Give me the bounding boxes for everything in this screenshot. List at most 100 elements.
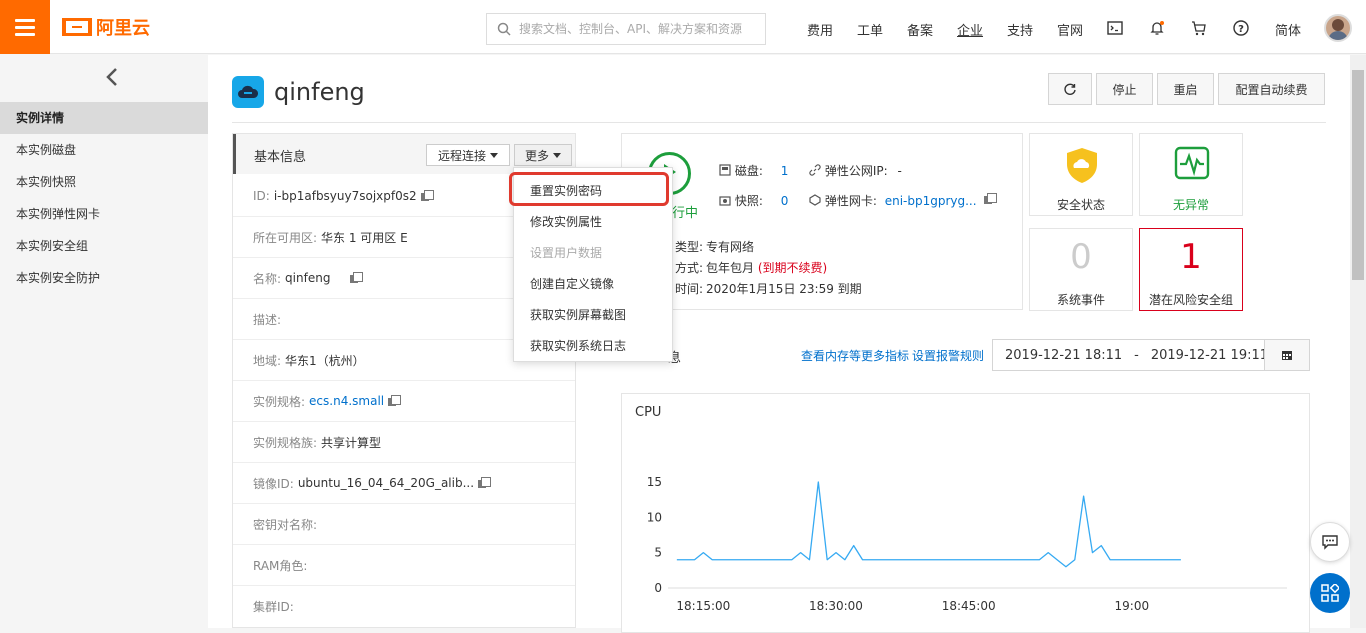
info-value: 华东 1 可用区 E — [321, 230, 408, 245]
x-tick-label: 19:00 — [1115, 599, 1150, 613]
billing-method: 包年包月 — [706, 261, 755, 275]
nav-tickets[interactable]: 工单 — [857, 20, 883, 39]
more-metrics-link[interactable]: 查看内存等更多指标 — [801, 347, 909, 364]
restart-button[interactable]: 重启 — [1157, 73, 1214, 105]
search-box[interactable] — [486, 13, 766, 45]
apps-button[interactable] — [1310, 573, 1350, 613]
date-range-picker[interactable]: 2019-12-21 18:11 - 2019-12-21 19:11 — [992, 339, 1310, 371]
snapshot-count-link[interactable]: 0 — [781, 194, 789, 208]
divider — [232, 122, 1326, 123]
eni-icon — [809, 194, 821, 206]
x-tick-label: 18:45:00 — [942, 599, 996, 613]
remote-connect-button[interactable]: 远程连接 — [426, 144, 510, 166]
security-status-tile[interactable]: 安全状态 — [1029, 133, 1133, 216]
health-ok-label: 无异常 — [1172, 198, 1209, 212]
chat-button[interactable] — [1310, 522, 1350, 562]
risk-count: 1 — [1180, 237, 1202, 277]
snapshot-stat: 快照: 0 — [719, 192, 788, 209]
search-icon — [497, 22, 511, 36]
eni-label: 弹性网卡: — [824, 194, 877, 208]
apps-grid-icon — [1321, 584, 1339, 602]
sidebar-item-security-groups[interactable]: 本实例安全组 — [0, 230, 208, 262]
terminal-icon[interactable] — [1105, 18, 1125, 38]
sidebar-item-security-protection[interactable]: 本实例安全防护 — [0, 262, 208, 294]
nav-filing[interactable]: 备案 — [907, 20, 933, 39]
info-label: ID: — [253, 188, 270, 203]
running-status-text: 行中 — [672, 206, 699, 221]
info-row-image-id: 镜像ID: ubuntu_16_04_64_20G_alib... — [233, 462, 575, 503]
avatar[interactable] — [1324, 14, 1352, 42]
date-to: 2019-12-21 19:11 — [1150, 347, 1269, 363]
more-button[interactable]: 更多 — [514, 144, 572, 166]
help-icon[interactable]: ? — [1231, 18, 1251, 38]
expire-label: 时间: — [675, 282, 704, 296]
copy-icon[interactable] — [984, 193, 998, 205]
info-value: ubuntu_16_04_64_20G_alib... — [297, 476, 475, 490]
cart-icon[interactable] — [1189, 18, 1209, 38]
sidebar-item-instance-details[interactable]: 实例详情 — [0, 102, 208, 134]
risk-security-group-tile[interactable]: 1 潜在风险安全组 — [1139, 228, 1243, 311]
system-events-tile[interactable]: 0 系统事件 — [1029, 228, 1133, 311]
date-from: 2019-12-21 18:11 — [1005, 347, 1123, 363]
nav-support[interactable]: 支持 — [1007, 20, 1033, 39]
health-tile[interactable]: 无异常 — [1139, 133, 1243, 216]
info-label: 地域: — [253, 353, 282, 368]
info-value: 华东1（杭州） — [285, 353, 365, 368]
sidebar-item-snapshots[interactable]: 本实例快照 — [0, 166, 208, 198]
x-tick-label: 18:15:00 — [676, 599, 730, 613]
sidebar-item-disks[interactable]: 本实例磁盘 — [0, 134, 208, 166]
auto-renew-button[interactable]: 配置自动续费 — [1218, 73, 1325, 105]
info-label: 实例规格: — [253, 394, 306, 409]
sidebar: 实例详情 本实例磁盘 本实例快照 本实例弹性网卡 本实例安全组 本实例安全防护 — [0, 55, 208, 628]
back-chevron-icon[interactable] — [102, 67, 122, 87]
basic-info-title: 基本信息 — [254, 150, 307, 165]
alert-rules-link[interactable]: 设置报警规则 — [912, 347, 984, 364]
instance-title-row: qinfeng — [232, 75, 365, 109]
search-input[interactable] — [519, 22, 759, 36]
cpu-series-line — [676, 481, 1181, 568]
menu-icon[interactable] — [0, 0, 50, 54]
heartbeat-icon — [1174, 146, 1210, 180]
info-value: i-bp1afbsyuy7sojxpf0s2 — [273, 188, 417, 203]
copy-icon[interactable] — [420, 189, 434, 202]
bell-icon[interactable] — [1147, 18, 1167, 38]
copy-icon[interactable] — [478, 477, 492, 489]
instance-spec-link[interactable]: ecs.n4.small — [309, 394, 384, 408]
info-row-spec: 实例规格: ecs.n4.small — [233, 380, 575, 421]
chat-icon — [1322, 535, 1338, 550]
refresh-button[interactable] — [1048, 73, 1092, 105]
calendar-button[interactable] — [1264, 340, 1309, 370]
disk-label: 磁盘: — [734, 164, 763, 178]
caret-down-icon — [553, 152, 561, 158]
logo[interactable]: 阿里云 — [62, 16, 150, 39]
eni-link[interactable]: eni-bp1gpryg... — [885, 194, 977, 208]
caret-down-icon — [490, 152, 498, 158]
y-tick-label: 15 — [647, 475, 662, 489]
sidebar-item-eni[interactable]: 本实例弹性网卡 — [0, 198, 208, 230]
nav-enterprise[interactable]: 企业 — [957, 20, 983, 39]
info-row-spec-family: 实例规格族: 共享计算型 — [233, 421, 575, 462]
copy-icon[interactable] — [350, 272, 364, 284]
x-tick-label: 18:30:00 — [809, 599, 863, 613]
network-type-label: 类型: — [675, 240, 704, 254]
expire-value: 2020年1月15日 23:59 到期 — [706, 282, 862, 296]
info-row-ram-role: RAM角色: — [233, 544, 575, 585]
info-label: RAM角色: — [253, 558, 308, 573]
lang-switch[interactable]: 简体 — [1275, 20, 1301, 39]
menu-item-reset-password[interactable]: 重置实例密码 — [514, 176, 672, 206]
info-label: 镜像ID: — [253, 476, 294, 491]
instance-name-title: qinfeng — [274, 78, 365, 106]
menu-item-modify-attributes[interactable]: 修改实例属性 — [514, 207, 672, 237]
disk-count-link[interactable]: 1 — [781, 164, 789, 178]
stop-button[interactable]: 停止 — [1096, 73, 1153, 105]
copy-icon[interactable] — [388, 395, 402, 407]
menu-item-screenshot[interactable]: 获取实例屏幕截图 — [514, 300, 672, 330]
menu-item-create-image[interactable]: 创建自定义镜像 — [514, 269, 672, 299]
scrollbar-thumb[interactable] — [1352, 70, 1364, 280]
link-icon — [809, 164, 821, 176]
menu-item-system-log[interactable]: 获取实例系统日志 — [514, 331, 672, 361]
cpu-chart-panel: CPU 0 5 10 15 18:15:00 18:30:00 18:45:00 19:00 — [621, 393, 1310, 633]
remote-connect-label: 远程连接 — [437, 148, 486, 163]
nav-fees[interactable]: 费用 — [807, 20, 833, 39]
nav-official-site[interactable]: 官网 — [1057, 20, 1083, 39]
